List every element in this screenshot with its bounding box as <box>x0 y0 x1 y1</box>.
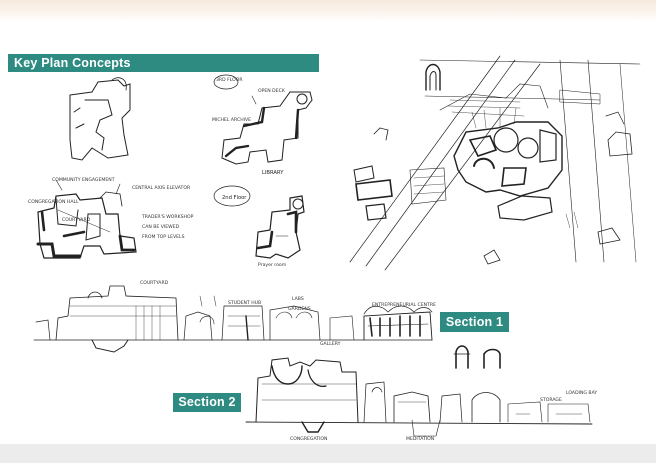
note-archive: MICHEL ARCHIVE <box>212 117 251 123</box>
note-meditation: MEDITATION <box>406 436 434 442</box>
note-courtyard: COURTYARD <box>62 217 91 223</box>
note-central: CENTRAL AXIS ELEVATOR <box>132 185 191 191</box>
note-top: FROM TOP LEVELS <box>142 234 185 240</box>
note-gardens: GARDENS <box>288 306 311 312</box>
note-entrepreneur: ENTREPRENEURIAL CENTRE <box>372 302 436 308</box>
note-gallery: GALLERY <box>320 341 341 347</box>
section-2-label: Section 2 <box>173 393 241 412</box>
note-trader: TRADER'S WORKSHOP <box>141 214 194 220</box>
section-title-key-plan: Key Plan Concepts <box>8 54 319 72</box>
note-courtyard-section: COURTYARD <box>140 280 169 286</box>
note-congregation-section: CONGREGATION <box>290 436 327 442</box>
site-plan-sketch <box>349 55 641 271</box>
arch-icons-sketch <box>453 345 501 369</box>
note-prayer: Prayer room <box>258 262 287 268</box>
section-1-sketch <box>33 285 433 353</box>
concept-sketch-1 <box>69 77 131 161</box>
section-1-label: Section 1 <box>440 312 509 332</box>
note-3rd-floor: 3RD FLOOR <box>216 77 243 83</box>
note-2nd-floor: 2nd Floor <box>222 195 247 201</box>
sketch-annotations: 3RD FLOOR OPEN DECK MICHEL ARCHIVE LIBRA… <box>28 77 597 442</box>
note-community: COMMUNITY ENGAGEMENT <box>52 177 115 183</box>
note-viewed: CAN BE VIEWED <box>142 224 180 230</box>
note-student: STUDENT HUB <box>228 300 261 306</box>
section-2-sketch <box>245 357 593 437</box>
note-library: LIBRARY <box>262 170 284 176</box>
note-labs: LABS <box>292 296 304 302</box>
note-open-deck: OPEN DECK <box>258 88 286 94</box>
note-congregation: CONGREGATION HALL <box>28 199 79 205</box>
note-loading: LOADING BAY <box>566 390 597 396</box>
note-storage: STORAGE <box>540 397 562 403</box>
